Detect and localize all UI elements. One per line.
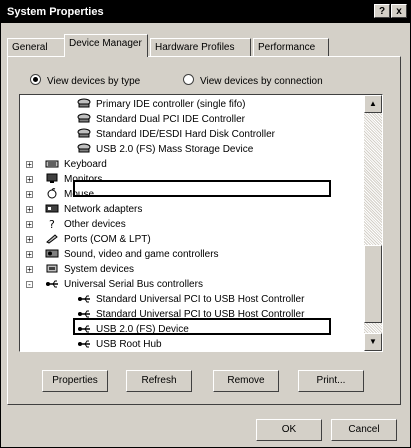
- close-button[interactable]: x: [391, 4, 407, 18]
- expander-plus-icon[interactable]: +: [26, 221, 33, 229]
- device-tree-item-label: Sound, video and game controllers: [64, 249, 219, 260]
- cancel-button[interactable]: Cancel: [331, 419, 397, 441]
- device-manager-panel: View devices by type View devices by con…: [7, 56, 401, 405]
- device-tree-item-label: Standard IDE/ESDI Hard Disk Controller: [96, 129, 275, 140]
- system-properties-window: System Properties ? x General Device Man…: [0, 0, 411, 448]
- tab-performance[interactable]: Performance: [253, 38, 329, 56]
- view-by-type-label: View devices by type: [47, 76, 141, 87]
- device-tree-item-label: Primary IDE controller (single fifo): [96, 99, 246, 110]
- refresh-button[interactable]: Refresh: [126, 370, 192, 392]
- usb-icon: [77, 323, 91, 334]
- controller-icon: [77, 143, 91, 154]
- device-tree-list: Primary IDE controller (single fifo) Stan…: [20, 95, 358, 351]
- device-tree-item[interactable]: Mouse: [45, 187, 94, 202]
- expander-plus-icon[interactable]: +: [26, 266, 33, 274]
- print-button[interactable]: Print...: [298, 370, 364, 392]
- expander-plus-icon[interactable]: +: [26, 206, 33, 214]
- device-tree-item[interactable]: Monitors: [45, 172, 102, 187]
- vertical-scrollbar[interactable]: ▲ ▼: [364, 95, 382, 351]
- view-by-type-option[interactable]: View devices by type: [30, 74, 140, 87]
- network-icon: [45, 203, 59, 214]
- device-tree-item[interactable]: USB 2.0 (FS) Mass Storage Device: [77, 142, 253, 157]
- tab-device-manager[interactable]: Device Manager: [64, 34, 148, 57]
- device-tree-item-label: USB 2.0 (FS) Device: [96, 324, 189, 335]
- title-bar: System Properties ? x: [1, 1, 410, 23]
- scroll-thumb[interactable]: [364, 245, 382, 323]
- view-by-connection-label: View devices by connection: [200, 76, 323, 87]
- device-tree-item[interactable]: Standard Dual PCI IDE Controller: [77, 112, 245, 127]
- device-tree-item-label: Ports (COM & LPT): [64, 234, 151, 245]
- usb-icon: [45, 278, 59, 289]
- device-tree-item[interactable]: Universal Serial Bus controllers: [45, 277, 203, 292]
- device-tree-item[interactable]: Ports (COM & LPT): [45, 232, 151, 247]
- properties-button[interactable]: Properties: [42, 370, 108, 392]
- expander-plus-icon[interactable]: +: [26, 251, 33, 259]
- device-tree-item-label: Standard Dual PCI IDE Controller: [96, 114, 245, 125]
- remove-button[interactable]: Remove: [213, 370, 279, 392]
- device-tree-item[interactable]: Standard IDE/ESDI Hard Disk Controller: [77, 127, 275, 142]
- device-tree-item-label: Keyboard: [64, 159, 107, 170]
- device-tree-item[interactable]: Keyboard: [45, 157, 107, 172]
- device-tree-item[interactable]: Standard Universal PCI to USB Host Contr…: [77, 292, 304, 307]
- tab-hardware-profiles[interactable]: Hardware Profiles: [150, 38, 251, 56]
- device-tree[interactable]: Primary IDE controller (single fifo) Stan…: [19, 94, 383, 352]
- device-tree-item-label: System devices: [64, 264, 135, 275]
- device-tree-item-label: Standard Universal PCI to USB Host Contr…: [96, 294, 305, 305]
- scroll-up-arrow-icon[interactable]: ▲: [364, 95, 382, 113]
- device-tree-item[interactable]: Standard Universal PCI to USB Host Contr…: [77, 307, 304, 322]
- device-tree-item[interactable]: System devices: [45, 262, 134, 277]
- expander-plus-icon[interactable]: +: [26, 161, 33, 169]
- device-tree-item-label: Monitors: [64, 174, 103, 185]
- device-tree-item[interactable]: Primary IDE controller (single fifo): [77, 97, 245, 112]
- controller-icon: [77, 113, 91, 124]
- device-tree-item[interactable]: Sound, video and game controllers: [45, 247, 219, 262]
- expander-plus-icon[interactable]: +: [26, 176, 33, 184]
- device-tree-item[interactable]: ? Other devices: [45, 217, 126, 232]
- usb-icon: [77, 338, 91, 349]
- device-tree-item[interactable]: Network adapters: [45, 202, 142, 217]
- mouse-icon: [45, 188, 59, 199]
- svg-text:?: ?: [49, 218, 55, 229]
- help-button[interactable]: ?: [374, 4, 390, 18]
- radio-unselected-icon: [183, 74, 194, 85]
- system-icon: [45, 263, 59, 274]
- scroll-down-arrow-icon[interactable]: ▼: [364, 333, 382, 351]
- device-tree-item-label: Universal Serial Bus controllers: [64, 279, 203, 290]
- window-title: System Properties: [7, 6, 104, 18]
- tab-general[interactable]: General: [7, 38, 65, 56]
- usb-icon: [77, 293, 91, 304]
- expander-plus-icon[interactable]: +: [26, 236, 33, 244]
- keyboard-icon: [45, 158, 59, 169]
- device-tree-item-label: USB 2.0 (FS) Mass Storage Device: [96, 144, 254, 155]
- usb-icon: [77, 308, 91, 319]
- device-tree-item-label: Other devices: [64, 219, 126, 230]
- device-tree-item-label: USB Root Hub: [96, 339, 162, 350]
- radio-selected-icon: [30, 74, 41, 85]
- view-by-connection-option[interactable]: View devices by connection: [183, 74, 323, 87]
- sound-icon: [45, 248, 59, 259]
- monitor-icon: [45, 173, 59, 184]
- device-tree-item[interactable]: USB 2.0 (FS) Device: [77, 322, 189, 337]
- device-tree-item-label: Standard Universal PCI to USB Host Contr…: [96, 309, 305, 320]
- question-icon: ?: [45, 218, 59, 231]
- controller-icon: [77, 98, 91, 109]
- port-icon: [45, 233, 59, 244]
- ok-button[interactable]: OK: [256, 419, 322, 441]
- controller-icon: [77, 128, 91, 139]
- expander-minus-icon[interactable]: -: [26, 281, 33, 289]
- expander-plus-icon[interactable]: +: [26, 191, 33, 199]
- device-tree-item[interactable]: USB Root Hub: [77, 337, 162, 351]
- device-tree-item-label: Mouse: [64, 189, 95, 200]
- device-tree-item-label: Network adapters: [64, 204, 143, 215]
